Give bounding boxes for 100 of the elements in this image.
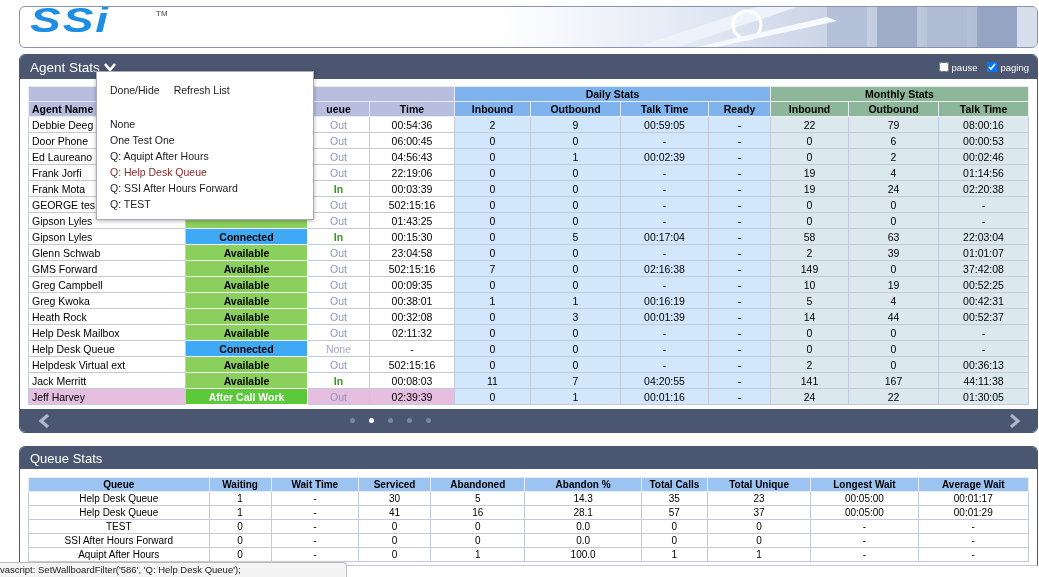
- table-cell: In: [307, 228, 370, 245]
- table-cell: 22:19:06: [369, 164, 455, 181]
- table-cell: Help Desk Queue: [28, 340, 186, 357]
- table-cell: 1: [707, 547, 811, 562]
- table-cell: Out: [307, 260, 370, 277]
- checkbox[interactable]: [987, 62, 998, 72]
- table-cell: 06:00:45: [369, 132, 455, 149]
- table-cell: 01:43:25: [369, 212, 455, 229]
- table-cell: -: [271, 533, 359, 548]
- table-cell: 0.0: [524, 533, 642, 548]
- table-cell: Jack Merritt: [28, 372, 186, 389]
- table-cell: 04:56:43: [369, 148, 455, 165]
- table-cell: None: [307, 340, 370, 357]
- table-cell: 1: [430, 547, 525, 562]
- table-cell: 00:08:03: [369, 372, 455, 389]
- column-header: Serviced: [358, 477, 431, 492]
- table-cell: 23:04:58: [369, 244, 455, 261]
- table-cell: Out: [307, 292, 370, 309]
- panel-title: Agent Stats: [30, 59, 100, 75]
- column-header: Wait Time: [271, 477, 359, 492]
- table-cell: 0: [209, 519, 272, 534]
- table-cell: -: [918, 547, 1029, 562]
- table-cell: 16: [430, 505, 525, 520]
- table-cell: 0.0: [524, 519, 642, 534]
- table-cell: 00:15:30: [369, 228, 455, 245]
- table-cell: Greg Kwoka: [28, 292, 186, 309]
- logo: SSi: [30, 7, 111, 38]
- column-group-header: Monthly Stats: [770, 86, 1029, 102]
- column-header: Longest Wait: [810, 477, 919, 492]
- table-cell: 00:03:39: [369, 180, 455, 197]
- table-cell: -: [271, 519, 359, 534]
- menu-action[interactable]: Done/Hide: [110, 84, 160, 96]
- table-cell: Glenn Schwab: [28, 244, 186, 261]
- table-cell: 28.1: [524, 505, 642, 520]
- table-cell: 57: [641, 505, 708, 520]
- column-header: Abandoned: [430, 477, 525, 492]
- column-header: Waiting: [209, 477, 272, 492]
- table-cell: 0: [209, 533, 272, 548]
- table-cell: 502:15:16: [369, 260, 455, 277]
- column-header: Total Unique: [707, 477, 811, 492]
- table-cell: 0: [707, 533, 811, 548]
- table-cell: SSI After Hours Forward: [28, 533, 210, 548]
- page-dot[interactable]: [350, 418, 355, 423]
- table-cell: -: [271, 505, 359, 520]
- table-cell: 00:01:29: [918, 505, 1029, 520]
- table-cell: 0: [430, 519, 525, 534]
- table-cell: -: [810, 533, 919, 548]
- table-cell: 41: [358, 505, 431, 520]
- table-cell: 0: [209, 547, 272, 562]
- table-cell: Greg Campbell: [28, 276, 186, 293]
- table-cell: 37: [707, 505, 811, 520]
- status-bar: vascript: SetWallboardFilter('586', 'Q: Help Desk Queue');: [0, 562, 347, 577]
- table-cell: 1: [641, 547, 708, 562]
- column-group-header: Daily Stats: [454, 86, 771, 102]
- table-cell: GMS Forward: [28, 260, 186, 277]
- checkbox-label: pause: [951, 61, 978, 73]
- page-dot[interactable]: [388, 418, 393, 423]
- table-cell: 0: [641, 533, 708, 548]
- table-cell: 00:38:01: [369, 292, 455, 309]
- table-cell: 5: [430, 491, 525, 506]
- table-cell: Aquipt After Hours: [28, 547, 210, 562]
- table-cell: Help Desk Queue: [28, 505, 210, 520]
- table-cell: Out: [307, 276, 370, 293]
- page-dot[interactable]: [407, 418, 412, 423]
- table-cell: 1: [209, 491, 272, 506]
- column-header: Queue: [28, 477, 210, 492]
- table-cell: 02:11:32: [369, 324, 455, 341]
- table-cell: Out: [307, 244, 370, 261]
- table-cell: 00:05:00: [810, 491, 919, 506]
- table-cell: TEST: [28, 519, 210, 534]
- menu-action[interactable]: Refresh List: [173, 84, 230, 96]
- table-cell: Out: [307, 356, 370, 373]
- table-cell: Heath Rock: [28, 308, 186, 325]
- table-cell: -: [271, 547, 359, 562]
- page-dot[interactable]: [426, 418, 431, 423]
- table-cell: 14.3: [524, 491, 642, 506]
- column-header: Total Calls: [641, 477, 708, 492]
- checkbox-label: paging: [1000, 61, 1029, 73]
- table-cell: 00:09:35: [369, 276, 455, 293]
- table-cell: Helpdesk Virtual ext: [28, 356, 186, 373]
- table-cell: 30: [358, 491, 431, 506]
- trademark: TM: [156, 9, 168, 18]
- table-cell: -: [810, 547, 919, 562]
- page-dot[interactable]: [369, 418, 374, 423]
- table-cell: Gipson Lyles: [28, 228, 186, 245]
- table-cell: Help Desk Mailbox: [28, 324, 186, 341]
- chevron-down-icon[interactable]: [103, 62, 116, 72]
- table-cell: -: [271, 491, 359, 506]
- table-cell: -: [369, 340, 455, 357]
- checkbox[interactable]: [938, 62, 949, 72]
- table-cell: 35: [641, 491, 708, 506]
- table-cell: 00:01:17: [918, 491, 1029, 506]
- table-cell: 0: [641, 519, 708, 534]
- table-cell: 502:15:16: [369, 356, 455, 373]
- table-cell: 0: [358, 519, 431, 534]
- table-cell: Help Desk Queue: [28, 491, 210, 506]
- table-cell: 00:05:00: [810, 505, 919, 520]
- table-cell: 0: [430, 533, 525, 548]
- table-cell: In: [307, 372, 370, 389]
- column-header: Average Wait: [918, 477, 1029, 492]
